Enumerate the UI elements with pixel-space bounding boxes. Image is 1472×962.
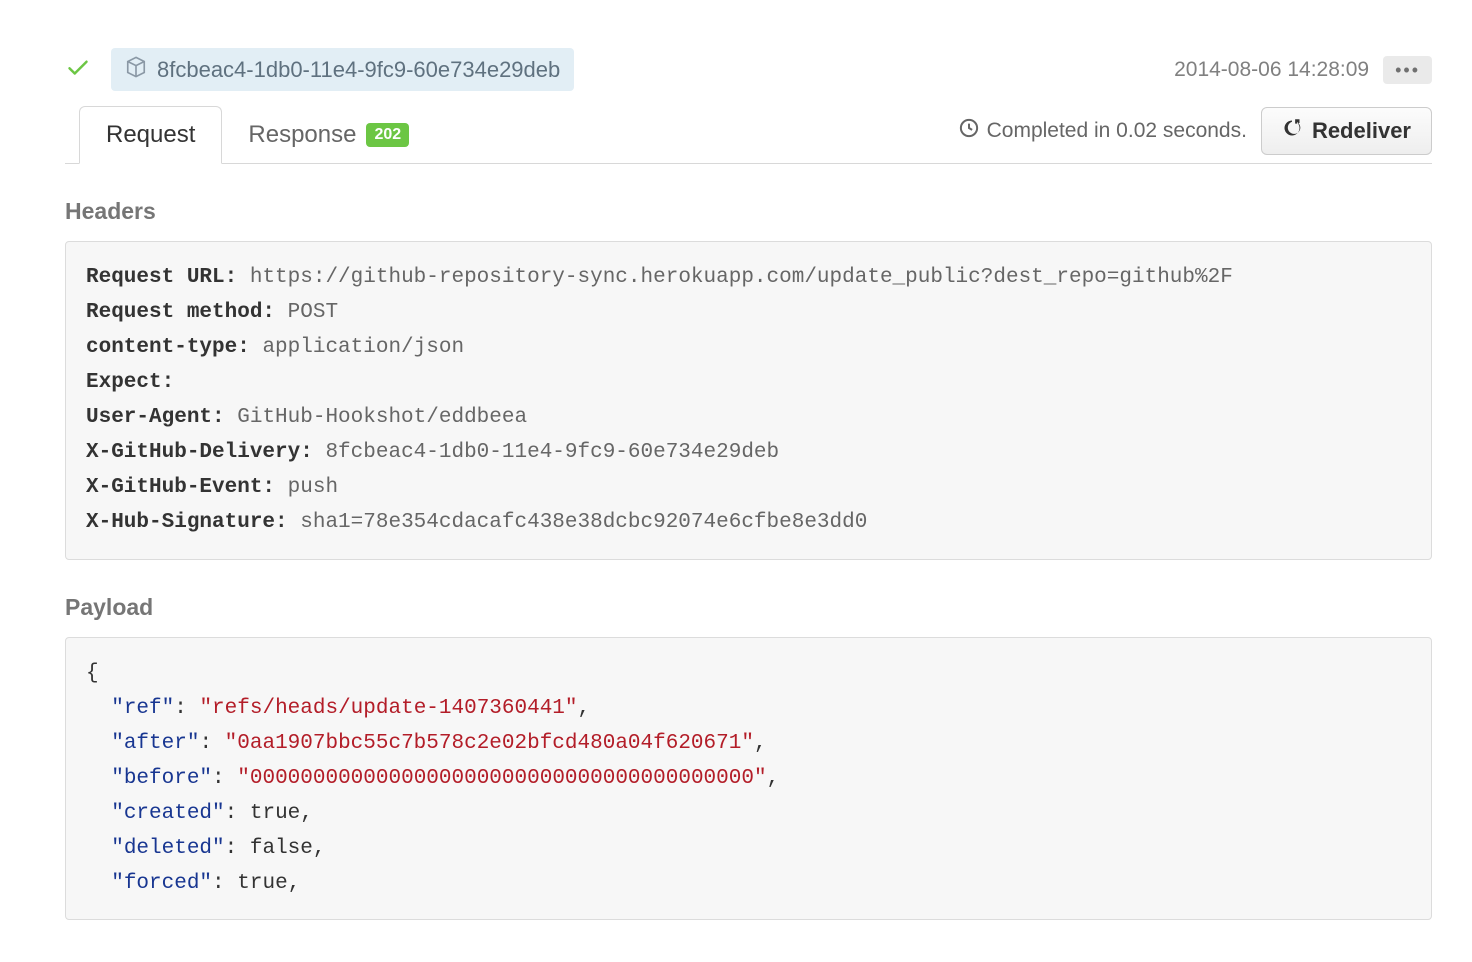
header-value: sha1=78e354cdacafc438e38dcbc92074e6cfbe8… [300, 511, 867, 534]
header-value: https://github-repository-sync.herokuapp… [250, 266, 1233, 289]
tab-response-label: Response [248, 121, 356, 149]
header-key: X-GitHub-Delivery: [86, 441, 313, 464]
header-value: POST [288, 301, 338, 324]
more-actions-button[interactable]: ••• [1383, 56, 1432, 84]
header-key: content-type: [86, 336, 250, 359]
json-key: "deleted" [111, 837, 224, 860]
headers-section-label: Headers [65, 198, 1432, 225]
success-check-icon [65, 54, 91, 85]
reload-icon [1282, 118, 1302, 144]
header-value: 8fcbeac4-1db0-11e4-9fc9-60e734e29deb [325, 441, 779, 464]
json-key: "after" [111, 732, 199, 755]
header-key: Request method: [86, 301, 275, 324]
redeliver-label: Redeliver [1312, 118, 1411, 144]
delivery-header: 8fcbeac4-1db0-11e4-9fc9-60e734e29deb 201… [65, 0, 1432, 105]
tab-bar: Request Response 202 Completed in 0.02 s… [65, 105, 1432, 164]
json-value: false [250, 837, 313, 860]
tab-request[interactable]: Request [79, 106, 222, 164]
clock-icon [959, 118, 979, 144]
payload-block: { "ref": "refs/heads/update-1407360441",… [65, 637, 1432, 920]
json-value: "refs/heads/update-1407360441" [199, 697, 577, 720]
header-key: X-GitHub-Event: [86, 476, 275, 499]
json-value: true [237, 872, 287, 895]
json-key: "forced" [111, 872, 212, 895]
payload-section-label: Payload [65, 594, 1432, 621]
tab-bar-right: Completed in 0.02 seconds. Redeliver [959, 107, 1432, 161]
response-status-badge: 202 [366, 123, 409, 147]
json-value: true [250, 802, 300, 825]
delivery-id-text: 8fcbeac4-1db0-11e4-9fc9-60e734e29deb [157, 57, 560, 83]
json-key: "ref" [111, 697, 174, 720]
package-icon [125, 56, 147, 83]
header-value: application/json [262, 336, 464, 359]
webhook-delivery-panel: 8fcbeac4-1db0-11e4-9fc9-60e734e29deb 201… [0, 0, 1472, 920]
tab-response[interactable]: Response 202 [222, 107, 435, 163]
tab-request-label: Request [106, 121, 195, 149]
json-key: "before" [111, 767, 212, 790]
delivery-timestamp: 2014-08-06 14:28:09 [1174, 58, 1369, 82]
json-value: "000000000000000000000000000000000000000… [237, 767, 766, 790]
json-value: "0aa1907bbc55c7b578c2e02bfcd480a04f62067… [225, 732, 754, 755]
completion-text: Completed in 0.02 seconds. [987, 119, 1247, 143]
header-key: User-Agent: [86, 406, 225, 429]
header-key: X-Hub-Signature: [86, 511, 288, 534]
redeliver-button[interactable]: Redeliver [1261, 107, 1432, 155]
header-value: GitHub-Hookshot/eddbeea [237, 406, 527, 429]
header-value: push [288, 476, 338, 499]
completion-status: Completed in 0.02 seconds. [959, 118, 1247, 144]
header-key: Request URL: [86, 266, 237, 289]
delivery-id[interactable]: 8fcbeac4-1db0-11e4-9fc9-60e734e29deb [111, 48, 574, 91]
json-key: "created" [111, 802, 224, 825]
header-key: Expect: [86, 371, 174, 394]
headers-block: Request URL: https://github-repository-s… [65, 241, 1432, 560]
